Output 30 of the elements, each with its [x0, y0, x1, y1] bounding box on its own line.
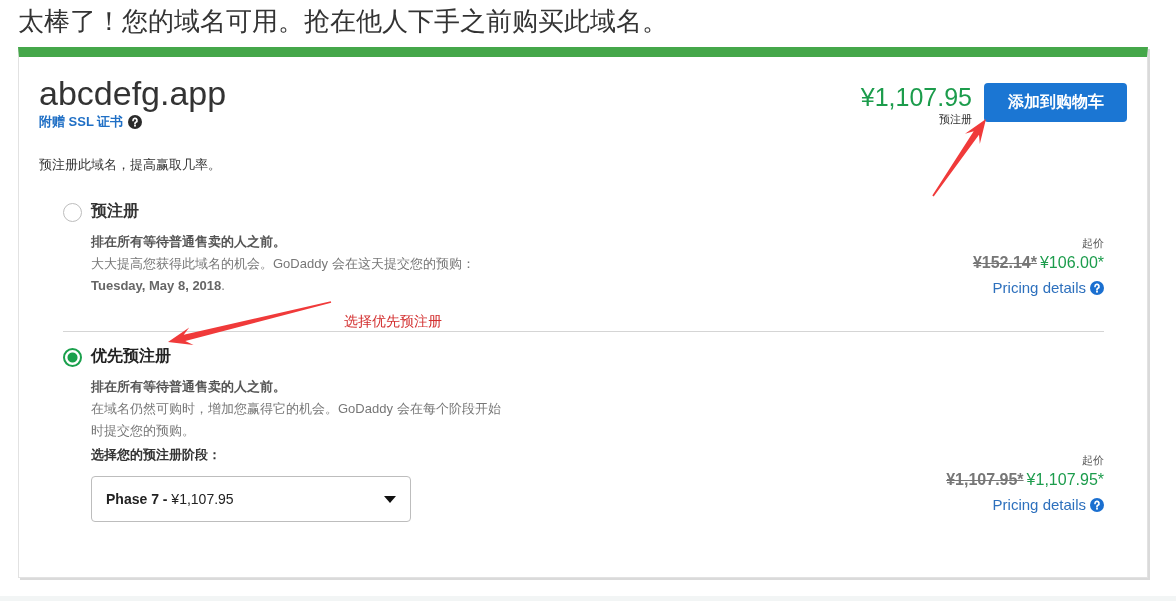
- original-price: ¥1,107.95*: [946, 471, 1024, 488]
- price-caption: 起价: [1082, 453, 1104, 468]
- option-highlight: 排在所有等待普通售卖的人之前。: [91, 378, 287, 396]
- help-icon: [1090, 498, 1104, 512]
- price-caption: 起价: [1082, 236, 1104, 251]
- sale-price: ¥106.00*: [1039, 254, 1104, 271]
- radio-button[interactable]: [63, 203, 82, 222]
- add-to-cart-button[interactable]: 添加到购物车: [984, 83, 1127, 122]
- help-icon: [1090, 281, 1104, 295]
- domain-price: ¥1,107.95: [860, 83, 972, 111]
- sale-price: ¥1,107.95*: [1026, 471, 1104, 488]
- option-highlight: 排在所有等待普通售卖的人之前。: [91, 233, 287, 251]
- ssl-certificate-link[interactable]: 附赠 SSL 证书: [39, 113, 124, 131]
- pricing-details-link[interactable]: Pricing details: [992, 277, 1086, 299]
- radio-button[interactable]: [63, 348, 82, 367]
- intro-text: 预注册此域名，提高赢取几率。: [39, 156, 222, 174]
- original-price: ¥152.14*: [972, 254, 1037, 271]
- price-label: 预注册: [939, 112, 972, 126]
- help-icon: [128, 115, 143, 129]
- option-description: 在域名仍然可购时，增加您赢得它的机会。GoDaddy 会在每个阶段开始时提交您的预购。: [91, 400, 502, 440]
- caret-icon: [384, 495, 396, 503]
- phase-select[interactable]: Phase 7 - ¥1,107.95: [91, 476, 411, 522]
- headline: 太棒了！您的域名可用。抢在他人下手之前购买此域名。: [18, 5, 669, 38]
- option-title[interactable]: 优先预注册: [91, 344, 947, 368]
- annotation-label: 选择优先预注册: [344, 312, 442, 330]
- option-title[interactable]: 预注册: [91, 199, 973, 223]
- option-description: 大大提高您获得此域名的机会。GoDaddy 会在这天提交您的预购：Tuesday, May 8, 2018.: [91, 255, 476, 295]
- phase-label: 选择您的预注册阶段：: [91, 446, 222, 464]
- pricing-details-link[interactable]: Pricing details: [992, 494, 1086, 516]
- domain-name: abcdefg.app: [39, 73, 227, 113]
